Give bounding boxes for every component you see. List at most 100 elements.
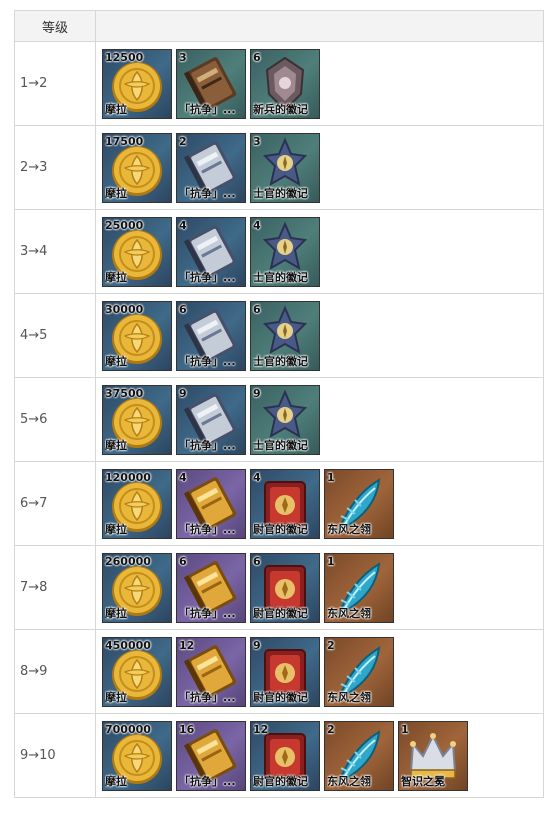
material-tile[interactable]: 12 尉官的徽记 — [250, 720, 320, 791]
material-name: 东风之翎 — [327, 774, 371, 788]
materials-list: 37500 摩拉 9 「抗争」... 9 士官的徽记 — [102, 384, 543, 455]
material-name: 士官的徽记 — [253, 186, 308, 200]
material-name: 摩拉 — [105, 186, 127, 200]
level-cell: 8→9 — [14, 629, 96, 714]
level-cell: 2→3 — [14, 125, 96, 210]
material-name: 东风之翎 — [327, 690, 371, 704]
level-cell: 9→10 — [14, 713, 96, 798]
material-name: 「抗争」... — [179, 438, 236, 452]
material-count: 6 — [179, 302, 187, 316]
material-tile[interactable]: 9 尉官的徽记 — [250, 636, 320, 707]
materials-list: 12500 摩拉 3 「抗争」... 6 新兵的徽记 — [102, 48, 543, 119]
materials-cell: 700000 摩拉 16 「抗争」... 12 尉官的徽记 2 东风之翎 1 智识之冕 — [95, 713, 544, 798]
material-tile[interactable]: 2 东风之翎 — [324, 636, 394, 707]
upgrade-table: 等级 1→2 12500 摩拉 3 「抗争」... 6 新兵的徽记 2→3 17500 摩拉 2 「抗… — [14, 10, 544, 798]
material-name: 摩拉 — [105, 438, 127, 452]
material-tile[interactable]: 700000 摩拉 — [102, 720, 172, 791]
table-row: 8→9 450000 摩拉 12 「抗争」... 9 尉官的徽记 2 东风之翎 — [14, 629, 544, 714]
material-tile[interactable]: 12500 摩拉 — [102, 48, 172, 119]
material-name: 尉官的徽记 — [253, 774, 308, 788]
material-tile[interactable]: 12 「抗争」... — [176, 636, 246, 707]
material-tile[interactable]: 30000 摩拉 — [102, 300, 172, 371]
material-tile[interactable]: 2 东风之翎 — [324, 720, 394, 791]
material-tile[interactable]: 2 「抗争」... — [176, 132, 246, 203]
material-name: 尉官的徽记 — [253, 690, 308, 704]
material-tile[interactable]: 120000 摩拉 — [102, 468, 172, 539]
material-tile[interactable]: 1 东风之翎 — [324, 468, 394, 539]
material-name: 「抗争」... — [179, 354, 236, 368]
material-count: 4 — [253, 470, 261, 484]
table-row: 4→5 30000 摩拉 6 「抗争」... 6 士官的徽记 — [14, 293, 544, 378]
materials-list: 260000 摩拉 6 「抗争」... 6 尉官的徽记 1 东风之翎 — [102, 552, 543, 623]
material-name: 摩拉 — [105, 102, 127, 116]
materials-cell: 17500 摩拉 2 「抗争」... 3 士官的徽记 — [95, 125, 544, 210]
table-row: 7→8 260000 摩拉 6 「抗争」... 6 尉官的徽记 1 东风之翎 — [14, 545, 544, 630]
material-count: 4 — [179, 470, 187, 484]
material-tile[interactable]: 450000 摩拉 — [102, 636, 172, 707]
material-tile[interactable]: 9 「抗争」... — [176, 384, 246, 455]
material-name: 摩拉 — [105, 606, 127, 620]
material-count: 3 — [179, 50, 187, 64]
table-row: 6→7 120000 摩拉 4 「抗争」... 4 尉官的徽记 1 东风之翎 — [14, 461, 544, 546]
header-items — [95, 10, 544, 42]
table-row: 9→10 700000 摩拉 16 「抗争」... 12 尉官的徽记 2 东风之翎 1 智识之冕 — [14, 713, 544, 798]
material-name: 「抗争」... — [179, 606, 236, 620]
material-tile[interactable]: 1 智识之冕 — [398, 720, 468, 791]
material-tile[interactable]: 17500 摩拉 — [102, 132, 172, 203]
material-tile[interactable]: 3 「抗争」... — [176, 48, 246, 119]
material-tile[interactable]: 25000 摩拉 — [102, 216, 172, 287]
material-tile[interactable]: 37500 摩拉 — [102, 384, 172, 455]
material-name: 智识之冕 — [401, 774, 445, 788]
material-name: 「抗争」... — [179, 774, 236, 788]
material-name: 摩拉 — [105, 354, 127, 368]
material-name: 「抗争」... — [179, 102, 236, 116]
material-count: 4 — [253, 218, 261, 232]
material-tile[interactable]: 4 尉官的徽记 — [250, 468, 320, 539]
material-count: 700000 — [105, 722, 151, 736]
material-tile[interactable]: 6 尉官的徽记 — [250, 552, 320, 623]
material-count: 1 — [401, 722, 409, 736]
material-count: 2 — [179, 134, 187, 148]
materials-cell: 120000 摩拉 4 「抗争」... 4 尉官的徽记 1 东风之翎 — [95, 461, 544, 546]
material-name: 摩拉 — [105, 270, 127, 284]
material-name: 「抗争」... — [179, 186, 236, 200]
material-name: 士官的徽记 — [253, 438, 308, 452]
material-tile[interactable]: 4 「抗争」... — [176, 468, 246, 539]
materials-cell: 450000 摩拉 12 「抗争」... 9 尉官的徽记 2 东风之翎 — [95, 629, 544, 714]
materials-cell: 30000 摩拉 6 「抗争」... 6 士官的徽记 — [95, 293, 544, 378]
material-count: 9 — [253, 638, 261, 652]
material-count: 12 — [179, 638, 195, 652]
level-cell: 7→8 — [14, 545, 96, 630]
material-count: 450000 — [105, 638, 151, 652]
material-tile[interactable]: 260000 摩拉 — [102, 552, 172, 623]
material-count: 2 — [327, 638, 335, 652]
level-cell: 4→5 — [14, 293, 96, 378]
header-level: 等级 — [14, 10, 96, 42]
material-tile[interactable]: 4 「抗争」... — [176, 216, 246, 287]
material-tile[interactable]: 6 「抗争」... — [176, 552, 246, 623]
table-row: 1→2 12500 摩拉 3 「抗争」... 6 新兵的徽记 — [14, 41, 544, 126]
material-tile[interactable]: 6 新兵的徽记 — [250, 48, 320, 119]
material-name: 新兵的徽记 — [253, 102, 308, 116]
materials-list: 120000 摩拉 4 「抗争」... 4 尉官的徽记 1 东风之翎 — [102, 468, 543, 539]
table-row: 5→6 37500 摩拉 9 「抗争」... 9 士官的徽记 — [14, 377, 544, 462]
level-cell: 5→6 — [14, 377, 96, 462]
materials-cell: 12500 摩拉 3 「抗争」... 6 新兵的徽记 — [95, 41, 544, 126]
material-count: 17500 — [105, 134, 144, 148]
material-tile[interactable]: 4 士官的徽记 — [250, 216, 320, 287]
material-name: 东风之翎 — [327, 522, 371, 536]
material-tile[interactable]: 16 「抗争」... — [176, 720, 246, 791]
material-name: 「抗争」... — [179, 270, 236, 284]
material-tile[interactable]: 9 士官的徽记 — [250, 384, 320, 455]
material-tile[interactable]: 1 东风之翎 — [324, 552, 394, 623]
material-tile[interactable]: 6 「抗争」... — [176, 300, 246, 371]
material-count: 4 — [179, 218, 187, 232]
material-tile[interactable]: 6 士官的徽记 — [250, 300, 320, 371]
material-count: 1 — [327, 470, 335, 484]
level-cell: 1→2 — [14, 41, 96, 126]
material-name: 摩拉 — [105, 522, 127, 536]
material-tile[interactable]: 3 士官的徽记 — [250, 132, 320, 203]
table-header-row: 等级 — [14, 10, 544, 42]
material-count: 6 — [253, 50, 261, 64]
material-count: 6 — [179, 554, 187, 568]
